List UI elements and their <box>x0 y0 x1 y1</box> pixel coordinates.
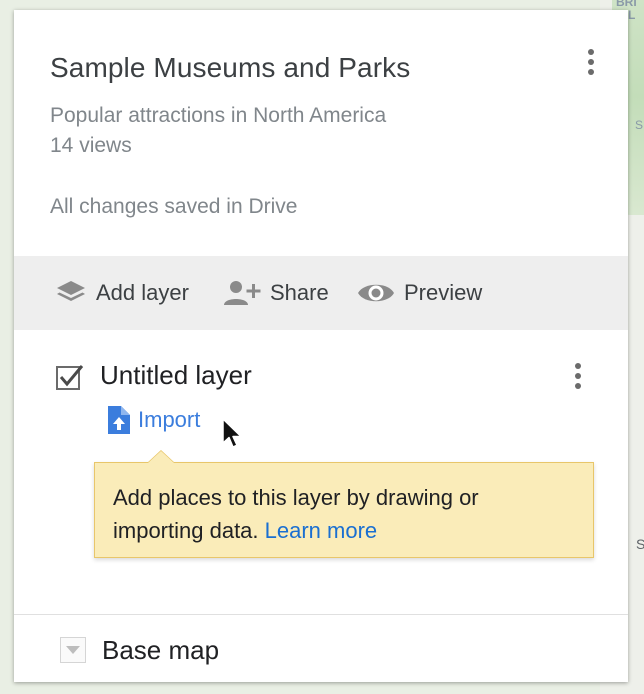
layer-options-icon[interactable] <box>566 356 590 396</box>
layer-help-tooltip: Add places to this layer by drawing or i… <box>94 450 594 558</box>
share-label: Share <box>270 280 329 305</box>
layers-icon <box>54 278 88 308</box>
more-vert-icon[interactable] <box>579 42 603 82</box>
layer-visibility-checkbox[interactable] <box>56 364 84 392</box>
person-add-icon <box>222 279 262 307</box>
map-description[interactable]: Popular attractions in North America <box>50 104 386 128</box>
triangle-down-icon <box>66 646 80 654</box>
map-header: Sample Museums and Parks Popular attract… <box>14 10 628 256</box>
import-label: Import <box>138 407 201 432</box>
map-title[interactable]: Sample Museums and Parks <box>50 52 410 84</box>
layer-item: Untitled layer Import Add places to this… <box>14 330 628 620</box>
add-layer-label: Add layer <box>96 280 189 305</box>
add-layer-button[interactable]: Add layer <box>54 256 189 330</box>
base-map-expand-toggle[interactable] <box>60 637 86 663</box>
file-upload-icon <box>106 406 130 434</box>
view-count: 14 views <box>50 134 132 157</box>
eye-icon <box>356 280 396 306</box>
map-label: S <box>636 536 644 552</box>
layer-title[interactable]: Untitled layer <box>100 360 252 391</box>
share-button[interactable]: Share <box>222 256 329 330</box>
map-label: S <box>635 118 644 132</box>
map-toolbar: Add layer Share Preview <box>14 256 628 330</box>
preview-button[interactable]: Preview <box>356 256 482 330</box>
import-link[interactable]: Import <box>106 406 200 434</box>
mouse-pointer-icon <box>222 418 244 457</box>
learn-more-link[interactable]: Learn more <box>265 518 378 543</box>
preview-label: Preview <box>404 280 483 305</box>
tooltip-arrow <box>147 450 175 463</box>
map-legend-panel: Sample Museums and Parks Popular attract… <box>14 10 628 682</box>
base-map-label[interactable]: Base map <box>102 635 219 666</box>
save-status: All changes saved in Drive <box>50 195 298 218</box>
base-map-item: Base map <box>14 615 628 682</box>
